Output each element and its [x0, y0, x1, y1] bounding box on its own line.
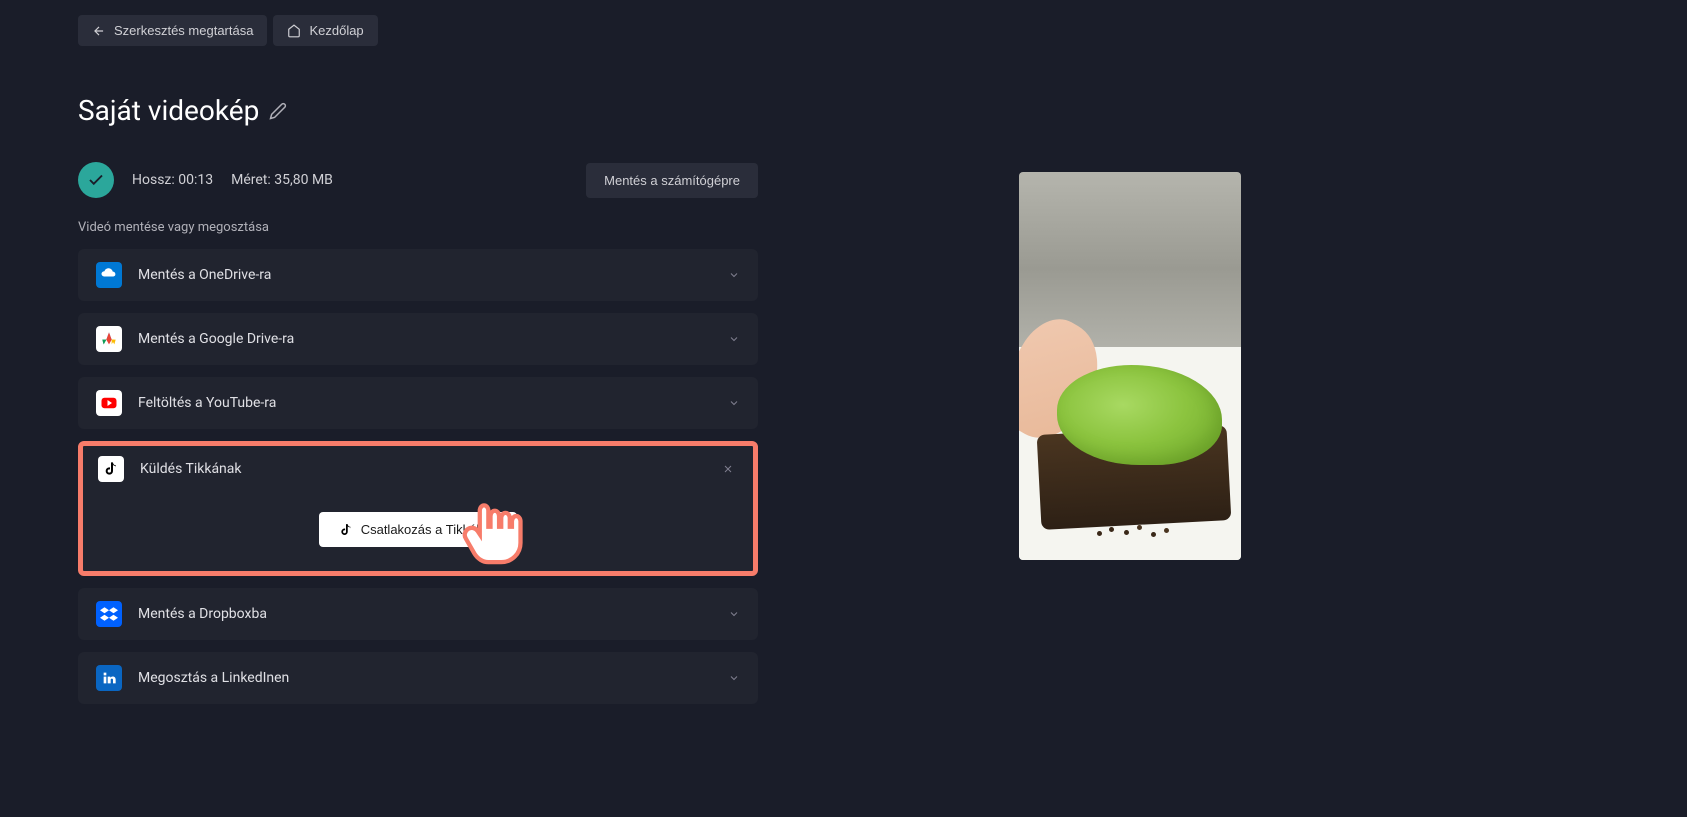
status-row: Hossz: 00:13 Méret: 35,80 MB Mentés a sz…	[78, 162, 758, 198]
chevron-down-icon	[728, 608, 740, 620]
home-label: Kezdőlap	[309, 23, 363, 38]
share-gdrive[interactable]: Mentés a Google Drive-ra	[78, 313, 758, 365]
video-preview	[1019, 172, 1241, 560]
linkedin-label: Megosztás a LinkedInen	[138, 670, 712, 686]
back-button[interactable]: Szerkesztés megtartása	[78, 15, 267, 46]
home-button[interactable]: Kezdőlap	[273, 15, 377, 46]
youtube-label: Feltöltés a YouTube-ra	[138, 395, 712, 411]
share-onedrive[interactable]: Mentés a OneDrive-ra	[78, 249, 758, 301]
connect-tiktok-button[interactable]: Csatlakozás a Tikkához	[319, 512, 518, 547]
linkedin-icon	[96, 665, 122, 691]
section-label: Videó mentése vagy megosztása	[78, 220, 758, 235]
onedrive-icon	[96, 262, 122, 288]
duration-text: Hossz: 00:13	[132, 172, 213, 188]
title-row: Saját videokép	[78, 94, 758, 127]
back-arrow-icon	[92, 24, 106, 38]
edit-icon[interactable]	[269, 102, 287, 120]
chevron-down-icon	[728, 269, 740, 281]
share-tiktok[interactable]: Küldés Tikkának Csatlakozás a Tikkához	[78, 441, 758, 576]
share-linkedin[interactable]: Megosztás a LinkedInen	[78, 652, 758, 704]
tiktok-icon	[339, 523, 353, 537]
share-dropbox[interactable]: Mentés a Dropboxba	[78, 588, 758, 640]
page-title: Saját videokép	[78, 94, 259, 127]
top-nav: Szerkesztés megtartása Kezdőlap	[78, 15, 758, 46]
home-icon	[287, 24, 301, 38]
gdrive-icon	[96, 326, 122, 352]
share-list: Mentés a OneDrive-ra Mentés a Google Dri…	[78, 249, 758, 704]
chevron-down-icon	[728, 397, 740, 409]
tiktok-icon	[98, 456, 124, 482]
chevron-down-icon	[728, 672, 740, 684]
dropbox-icon	[96, 601, 122, 627]
success-check-icon	[78, 162, 114, 198]
dropbox-label: Mentés a Dropboxba	[138, 606, 712, 622]
size-text: Méret: 35,80 MB	[231, 172, 333, 188]
close-icon[interactable]	[722, 463, 734, 475]
save-to-computer-button[interactable]: Mentés a számítógépre	[586, 163, 758, 198]
share-youtube[interactable]: Feltöltés a YouTube-ra	[78, 377, 758, 429]
onedrive-label: Mentés a OneDrive-ra	[138, 267, 712, 283]
back-label: Szerkesztés megtartása	[114, 23, 253, 38]
chevron-down-icon	[728, 333, 740, 345]
connect-label: Csatlakozás a Tikkához	[361, 522, 498, 537]
tiktok-label: Küldés Tikkának	[140, 461, 738, 477]
youtube-icon	[96, 390, 122, 416]
video-thumbnail	[1019, 172, 1241, 560]
gdrive-label: Mentés a Google Drive-ra	[138, 331, 712, 347]
